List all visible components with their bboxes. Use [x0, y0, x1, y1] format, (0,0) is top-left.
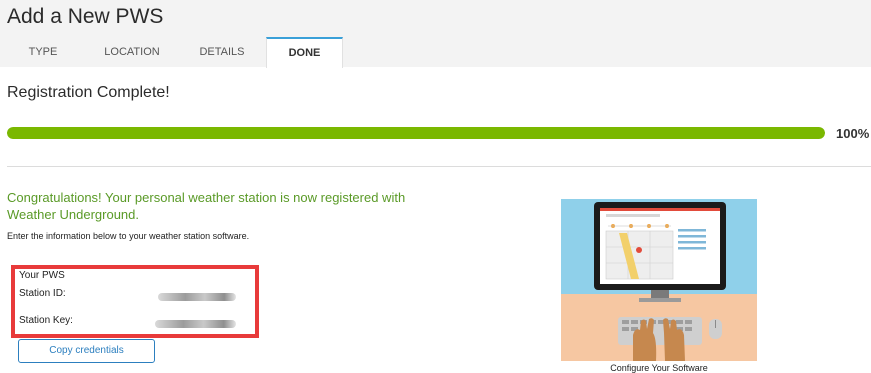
- progress-label: 100%: [836, 126, 870, 141]
- credentials-title: Your PWS: [19, 270, 65, 281]
- tab-details[interactable]: DETAILS: [178, 37, 266, 67]
- registration-complete-heading: Registration Complete!: [7, 84, 170, 101]
- tab-location[interactable]: LOCATION: [86, 37, 178, 67]
- software-illustration: [561, 199, 757, 361]
- copy-credentials-button[interactable]: Copy credentials: [18, 339, 155, 363]
- station-id-label: Station ID:: [19, 288, 66, 299]
- instructions-text: Enter the information below to your weat…: [7, 231, 250, 241]
- illustration-caption: Configure Your Software: [610, 363, 708, 373]
- progress-bar: [7, 127, 825, 139]
- tab-type[interactable]: TYPE: [0, 37, 86, 67]
- divider: [7, 166, 871, 167]
- progress-track: [7, 127, 825, 139]
- progress-fill: [7, 127, 825, 139]
- station-key-label: Station Key:: [19, 315, 73, 326]
- station-key-value-redacted: [155, 320, 236, 328]
- wizard-tabs: TYPE LOCATION DETAILS DONE: [0, 37, 871, 68]
- congratulations-message: Congratulations! Your personal weather s…: [7, 190, 406, 222]
- tab-done[interactable]: DONE: [266, 37, 343, 68]
- page-title: Add a New PWS: [7, 5, 164, 28]
- station-id-value-redacted: [158, 293, 236, 301]
